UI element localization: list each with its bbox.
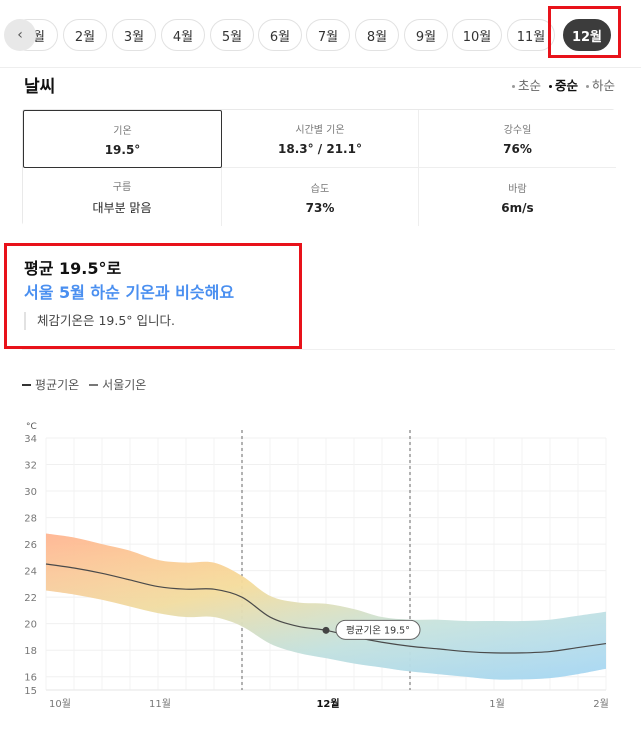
y-tick-label: 15 [24, 686, 37, 697]
period-tab-3[interactable]: 하순 [585, 75, 615, 94]
x-tick-label: 2월 [593, 698, 609, 710]
y-tick-label: 18 [24, 646, 37, 657]
stat-label: 강수일 [503, 125, 532, 136]
dot-icon [511, 85, 515, 88]
stat-label: 기온 [113, 125, 132, 137]
solid-line-icon [22, 383, 31, 386]
y-axis-unit: °C [26, 422, 37, 432]
month-pill-2[interactable]: 2월 [63, 19, 107, 51]
month-pill-4[interactable]: 4월 [161, 19, 205, 51]
month-pill-3[interactable]: 3월 [112, 19, 156, 51]
period-tab-2[interactable]: 중순 [548, 75, 578, 94]
legend-seoul-label: 서울기온 [102, 378, 147, 392]
month-pill-12[interactable]: 12월 [563, 19, 611, 51]
stat-value: 73% [305, 200, 335, 215]
stat-label: 바람 [508, 183, 527, 195]
y-ticks: 34 32 30 28 26 24 22 20 18 16 15 [24, 434, 37, 697]
dashed-line-icon [89, 383, 99, 386]
stat-value: 19.5° [104, 142, 141, 157]
period-tab-label: 중순 [554, 78, 578, 93]
stat-value: 76% [503, 142, 532, 156]
month-pill-9[interactable]: 9월 [404, 19, 448, 51]
month-selector: 월 2월 3월 4월 5월 6월 7월 8월 9월 10월 11월 12월 ‹ [0, 0, 641, 68]
legend-seoul: 서울기온 [89, 376, 146, 393]
chevron-left-icon: ‹ [17, 27, 23, 43]
stat-value: 대부분 맑음 [92, 201, 152, 215]
legend-avg-label: 평균기온 [35, 378, 80, 392]
temperature-chart: °C 3432302826242220181615 10월 11월 12월 1월 2월 … [24, 422, 609, 710]
feels-like-note: 체감기온은 19.5° 입니다. [24, 312, 175, 330]
stat-label: 시간별 기온 [295, 125, 345, 136]
y-tick-label: 26 [24, 540, 37, 551]
y-tick-label: 34 [24, 434, 37, 445]
month-pill-5[interactable]: 5월 [210, 19, 254, 51]
marker-dot [322, 626, 330, 634]
x-tick-label: 10월 [49, 698, 71, 710]
summary-subtitle: 서울 5월 하순 기온과 비슷해요 [24, 283, 235, 302]
x-tick-label: 12월 [316, 698, 339, 710]
dot-icon [585, 85, 589, 88]
y-tick-label: 24 [24, 567, 37, 578]
chart-legend: 평균기온 서울기온 [22, 376, 146, 393]
stat-cell-4[interactable]: 구름대부분 맑음 [23, 168, 222, 226]
month-pill-8[interactable]: 8월 [355, 19, 399, 51]
x-ticks: 10월 11월 12월 1월 2월 [49, 698, 609, 710]
stat-cell-5[interactable]: 습도 73% [222, 168, 419, 226]
stat-value: 6m/s [501, 200, 534, 215]
period-tabs: 초순 중순 하순 [511, 75, 615, 94]
period-tab-label: 초순 [517, 78, 541, 93]
stat-cell-1[interactable]: 기온 19.5° [23, 110, 222, 168]
month-pill-11[interactable]: 11월 [507, 19, 555, 51]
y-tick-label: 20 [24, 620, 37, 631]
section-title: 날씨 [24, 77, 56, 97]
prev-month-button[interactable]: ‹ [4, 19, 36, 51]
x-tick-label: 11월 [149, 698, 171, 710]
y-tick-label: 28 [24, 514, 37, 525]
stat-cell-3[interactable]: 강수일 76% [419, 110, 616, 168]
marker-tooltip-label: 평균기온 19.5° [346, 625, 410, 636]
month-pill-6[interactable]: 6월 [258, 19, 302, 51]
y-tick-label: 16 [24, 673, 37, 684]
y-tick-label: 22 [24, 593, 37, 604]
y-tick-label: 32 [24, 461, 37, 472]
summary-title: 평균 19.5°로 [24, 259, 122, 278]
divider [22, 349, 615, 350]
dot-icon [548, 85, 552, 88]
stat-cell-2[interactable]: 시간별 기온 18.3° / 21.1° [222, 110, 419, 168]
month-pill-7[interactable]: 7월 [306, 19, 350, 51]
legend-avg: 평균기온 [22, 376, 79, 393]
month-pill-10[interactable]: 10월 [452, 19, 502, 51]
x-tick-label: 1월 [489, 698, 505, 710]
stat-value: 18.3° / 21.1° [278, 142, 362, 156]
period-tab-label: 하순 [591, 78, 615, 93]
weather-stat-grid: 기온 19.5° 시간별 기온 18.3° / 21.1° 강수일 76% 구름대부분 맑음… [22, 109, 616, 226]
stat-label: 습도 [310, 183, 330, 195]
period-tab-1[interactable]: 초순 [511, 75, 541, 94]
stat-cell-6[interactable]: 바람 6m/s [419, 168, 616, 226]
y-tick-label: 30 [24, 487, 37, 498]
stat-label: 구름 [112, 182, 132, 193]
